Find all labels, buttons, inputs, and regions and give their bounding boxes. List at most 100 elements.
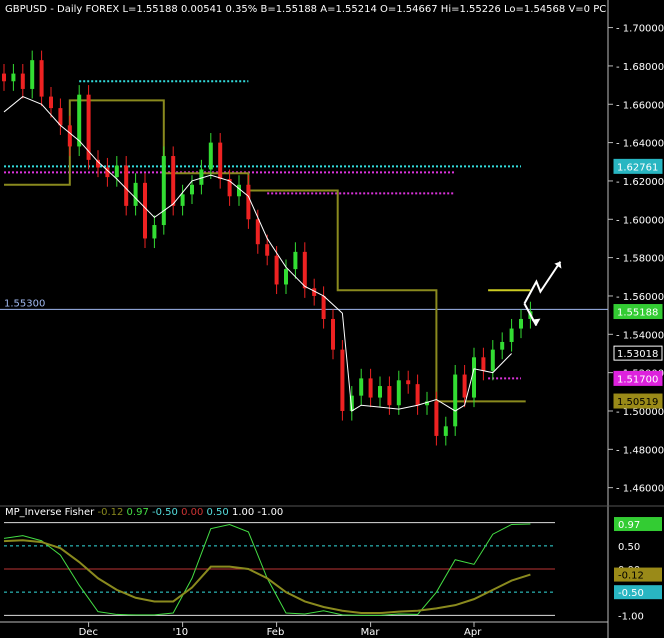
indicator-value: 1.00 [231, 507, 255, 518]
candle-body [20, 73, 25, 89]
candle-body [171, 156, 176, 206]
candle-body [199, 169, 204, 185]
chart-window: - 1.70000 - 1.68000 - 1.66000 - 1.64000 - 1.… [0, 0, 664, 638]
x-tick-label: Apr [464, 627, 482, 638]
y-tick-label: - 1.54000 [616, 330, 664, 341]
candle-body [218, 142, 223, 180]
y-tick-label: - 1.60000 [616, 215, 664, 226]
indicator-label: -0.50 [618, 588, 644, 599]
x-tick-label: Dec [79, 627, 98, 638]
open-price: O=1.54667 [380, 4, 438, 15]
candle-body [2, 73, 6, 82]
candle-body [490, 349, 495, 371]
candle-body [124, 165, 129, 206]
x-tick-label: Mar [361, 627, 381, 638]
step-line [4, 99, 526, 403]
indicator-label: 0.50 [618, 542, 640, 553]
y-tick-label: - 1.64000 [616, 139, 664, 150]
indicator-value: 0.50 [206, 507, 229, 518]
indicator-value: -0.12 [97, 507, 124, 518]
forecast-arrow-up [523, 261, 562, 305]
candle-body [161, 156, 166, 226]
candle-body [67, 125, 72, 147]
candle-body [443, 426, 448, 436]
indicator-label: -0.12 [618, 571, 644, 582]
candle-body [49, 96, 53, 109]
market-label: FOREX [85, 4, 120, 15]
candle-body [255, 219, 260, 245]
indicator-value: 0.00 [181, 507, 204, 518]
arrow-head-down [531, 318, 541, 326]
price-label: 1.51700 [617, 374, 658, 385]
price-change: 0.00541 [180, 4, 223, 15]
indicator-title: MP_Inverse Fisher -0.12 0.97 -0.50 0.00 … [5, 507, 283, 518]
candle-body [190, 184, 194, 195]
candle-body [387, 386, 392, 406]
candle-body [406, 380, 411, 385]
candle-body [359, 378, 364, 396]
indicator-value: 0.97 [126, 507, 149, 518]
candle-body [133, 182, 138, 206]
indicator-name: MP_Inverse Fisher [5, 507, 95, 518]
price-label: 1.62761 [617, 162, 658, 173]
indicator-fast-line [3, 523, 531, 616]
candle-body [434, 401, 439, 436]
candle-body [415, 384, 420, 406]
bid-price: B=1.55188 [260, 4, 318, 15]
indicator-slow-line [3, 539, 531, 615]
header-truncated: PC [593, 4, 607, 15]
candle-body [114, 165, 119, 178]
y-tick-label: - 1.62000 [616, 177, 664, 188]
indicator-label: 0.97 [618, 520, 640, 531]
y-tick-label: - 1.68000 [616, 62, 664, 73]
candle-body [500, 341, 505, 350]
price-change-pct: 0.35% [225, 4, 258, 15]
price-label: 1.55188 [617, 308, 658, 319]
candle-body [246, 184, 251, 220]
y-tick-label: - 1.66000 [616, 100, 664, 111]
volume: V=0 [568, 4, 591, 15]
low-price: Lo=1.54568 [504, 4, 566, 15]
candle-body [274, 255, 279, 285]
candle-body [39, 60, 44, 97]
indicator-value: -1.00 [257, 507, 284, 518]
candle-body [293, 251, 298, 270]
candle-body [509, 328, 514, 342]
candle-body [302, 251, 307, 289]
candle-body [265, 244, 270, 256]
candle-body [208, 142, 213, 170]
price-label: 1.50519 [617, 397, 658, 408]
y-tick-label: - 1.46000 [616, 484, 664, 495]
candle-body [368, 378, 373, 398]
high-price: Hi=1.55226 [440, 4, 501, 15]
y-tick-label: - 1.48000 [616, 445, 664, 456]
candle-body [396, 380, 401, 406]
candle-body [77, 94, 82, 147]
symbol-label: GBPUSD [5, 4, 48, 15]
candle-body [11, 73, 16, 82]
candle-body [340, 349, 345, 411]
candle-body [331, 318, 335, 350]
candle-body [180, 194, 185, 206]
y-tick-label: - 1.50000 [616, 407, 664, 418]
price-chart: - 1.70000 - 1.68000 - 1.66000 - 1.64000 - 1.… [0, 0, 664, 638]
candle-body [472, 357, 476, 398]
candle-body [462, 374, 467, 398]
indicator-label: -1.00 [618, 611, 644, 622]
candle-body [30, 60, 35, 89]
ask-price: A=1.55214 [320, 4, 377, 15]
candle-body [321, 295, 326, 319]
y-tick-label: - 1.70000 [616, 24, 664, 35]
indicator-value: -0.50 [152, 507, 178, 518]
candle-body [378, 386, 382, 398]
candle-body [58, 108, 63, 126]
candle-body [152, 225, 157, 239]
y-tick-label: - 1.56000 [616, 292, 664, 303]
x-tick-label: Feb [267, 627, 285, 638]
candle-body [284, 269, 288, 285]
price-label: 1.53018 [617, 349, 658, 360]
candle-body [237, 184, 241, 197]
reference-hline-label: 1.55300 [4, 298, 45, 309]
period-label: Daily [57, 4, 83, 15]
candle-body [519, 318, 523, 329]
